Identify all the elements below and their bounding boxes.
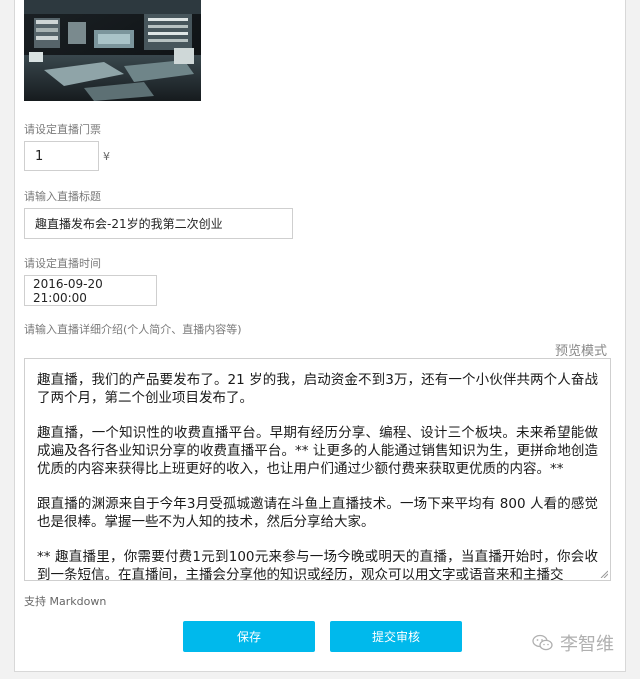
submit-review-button[interactable]: 提交审核 [330,621,462,652]
title-input[interactable]: 趣直播发布会-21岁的我第二次创业 [24,208,293,239]
cover-image [24,0,201,101]
title-label: 请输入直播标题 [24,190,101,203]
time-label: 请设定直播时间 [24,257,101,270]
currency-symbol: ¥ [103,150,110,163]
time-input[interactable]: 2016-09-20 21:00:00 [24,275,157,306]
ticket-label: 请设定直播门票 [24,123,101,136]
markdown-note: 支持 Markdown [24,595,107,608]
watermark-text: 李智维 [560,634,614,655]
description-paragraph: 趣直播，一个知识性的收费直播平台。早期有经历分享、编程、设计三个板块。未来希望能… [37,425,598,477]
save-button[interactable]: 保存 [183,621,315,652]
description-paragraph: 趣直播，我们的产品要发布了。21 岁的我，启动资金不到3万，还有一个小伙伴共两个… [37,372,598,406]
resize-grip-icon[interactable] [600,570,608,578]
description-textarea[interactable]: 趣直播，我们的产品要发布了。21 岁的我，启动资金不到3万，还有一个小伙伴共两个… [24,358,611,581]
ticket-price-input[interactable]: 1 [24,141,99,171]
wechat-icon [532,634,553,651]
description-paragraph: ** 趣直播里，你需要付费1元到100元来参与一场今晚或明天的直播，当直播开始时… [37,549,598,581]
description-label: 请输入直播详细介绍(个人简介、直播内容等) [24,323,242,336]
preview-mode-toggle[interactable]: 预览模式 [555,340,607,359]
watermark: 李智维 [532,630,614,656]
description-paragraph: 跟直播的渊源来自于今年3月受孤城邀请在斗鱼上直播技术。一场下来平均有 800 人… [37,496,598,530]
